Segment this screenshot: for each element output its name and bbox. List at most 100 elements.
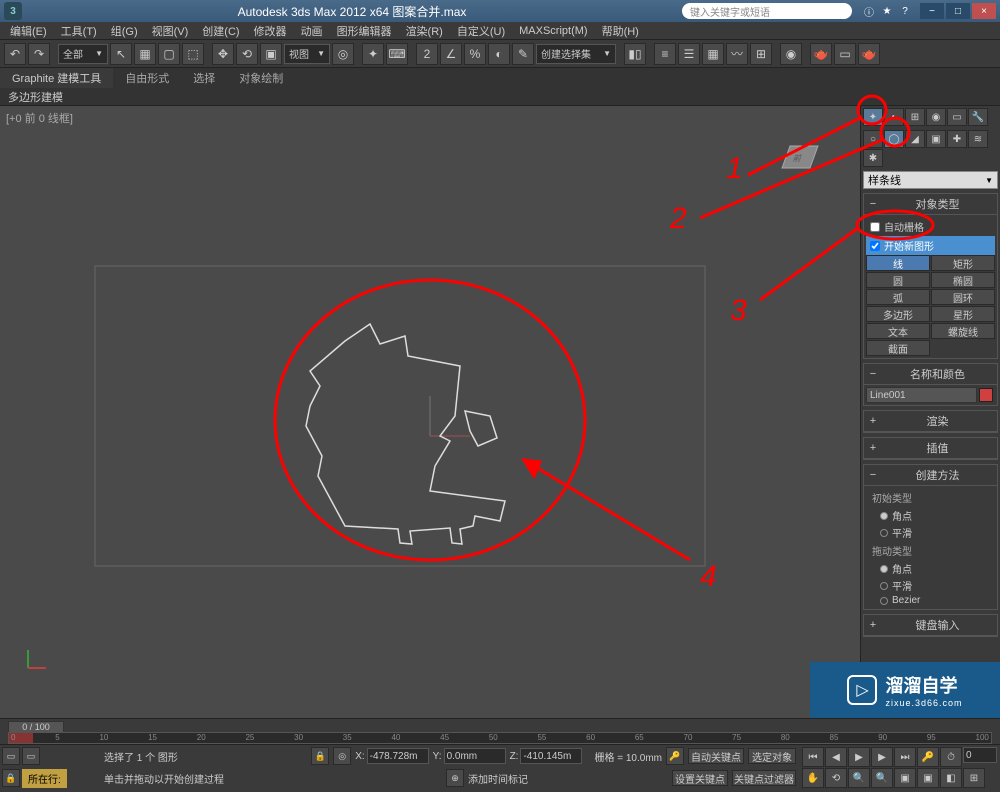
z-coord-input[interactable] (520, 748, 582, 764)
named-selection-combo[interactable]: 创建选择集▼ (536, 44, 616, 64)
edit-named-button[interactable]: ✎ (512, 43, 534, 65)
current-frame-input[interactable] (963, 747, 997, 763)
ribbon-tab-graphite[interactable]: Graphite 建模工具 (0, 68, 113, 88)
ref-coord-combo[interactable]: 视图▼ (284, 44, 330, 64)
shape-category-combo[interactable]: 样条线▼ (863, 171, 998, 189)
add-time-tag-button[interactable]: ⊕ (446, 769, 464, 787)
minimize-button[interactable]: − (920, 3, 944, 19)
maximize-button[interactable]: □ (946, 3, 970, 19)
select-region-button[interactable]: ▢ (158, 43, 180, 65)
auto-key-button[interactable]: 自动关键点 (688, 748, 744, 764)
curve-editor-button[interactable]: 〰 (726, 43, 748, 65)
window-crossing-button[interactable]: ⬚ (182, 43, 204, 65)
spinner-snap-button[interactable]: ◐ (488, 43, 510, 65)
goto-end-button[interactable]: ⏭ (894, 747, 916, 767)
lock-button[interactable]: 🔒 (2, 769, 20, 787)
initial-smooth-radio[interactable] (880, 529, 888, 537)
ribbon-tab-paint[interactable]: 对象绘制 (227, 68, 295, 88)
move-button[interactable]: ✥ (212, 43, 234, 65)
align-button[interactable]: ≡ (654, 43, 676, 65)
render-setup-button[interactable]: 🫖 (810, 43, 832, 65)
rollout-toggle-icon[interactable]: − (868, 469, 878, 481)
menu-animation[interactable]: 动画 (295, 23, 329, 39)
star-button[interactable]: 星形 (931, 306, 995, 322)
object-color-swatch[interactable] (979, 388, 993, 402)
key-filters-button[interactable]: 关键点过滤器 (732, 770, 796, 786)
render-button[interactable]: 🫖 (858, 43, 880, 65)
next-frame-button[interactable]: ▶ (871, 747, 893, 767)
menu-modifiers[interactable]: 修改器 (248, 23, 293, 39)
menu-customize[interactable]: 自定义(U) (451, 23, 511, 39)
ribbon-poly-label[interactable]: 多边形建模 (0, 88, 1000, 106)
shapes-subtab[interactable]: ◯ (884, 130, 904, 148)
start-new-checkbox[interactable] (870, 241, 880, 251)
manipulate-button[interactable]: ✦ (362, 43, 384, 65)
geometry-subtab[interactable]: ○ (863, 130, 883, 148)
systems-subtab[interactable]: ✱ (863, 149, 883, 167)
object-name-input[interactable] (866, 387, 977, 403)
time-ruler[interactable]: 0510152025303540455055606570758085909510… (8, 732, 992, 744)
key-lock-button[interactable]: 🔑 (666, 747, 684, 765)
material-editor-button[interactable]: ◉ (780, 43, 802, 65)
ribbon-tab-freeform[interactable]: 自由形式 (113, 68, 181, 88)
schematic-button[interactable]: ⊞ (750, 43, 772, 65)
lights-subtab[interactable]: ◢ (905, 130, 925, 148)
create-tab[interactable]: ✦ (863, 108, 883, 126)
line-button[interactable]: 线 (866, 255, 930, 271)
auto-grid-checkbox[interactable] (870, 222, 880, 232)
motion-tab[interactable]: ◉ (926, 108, 946, 126)
arc-button[interactable]: 弧 (866, 289, 930, 305)
rectangle-button[interactable]: 矩形 (931, 255, 995, 271)
snap-percent-button[interactable]: % (464, 43, 486, 65)
fov-button[interactable]: ◧ (940, 768, 962, 788)
helix-button[interactable]: 螺旋线 (931, 323, 995, 339)
rollout-toggle-icon[interactable]: + (868, 415, 878, 427)
snap-angle-button[interactable]: ∠ (440, 43, 462, 65)
rollout-toggle-icon[interactable]: − (868, 368, 878, 380)
zoom-extents-all-button[interactable]: ▣ (917, 768, 939, 788)
keyboard-input-header[interactable]: 键盘输入 (882, 617, 993, 633)
menu-graph-editors[interactable]: 图形编辑器 (331, 23, 398, 39)
menu-views[interactable]: 视图(V) (146, 23, 195, 39)
menu-group[interactable]: 组(G) (105, 23, 144, 39)
drag-corner-radio[interactable] (880, 565, 888, 573)
lock-selection-button[interactable]: 🔒 (311, 747, 329, 765)
play-button[interactable]: ▶ (848, 747, 870, 767)
maxscript-mini-button[interactable]: ▭ (2, 747, 20, 765)
scale-button[interactable]: ▣ (260, 43, 282, 65)
helpers-subtab[interactable]: ✚ (947, 130, 967, 148)
interp-header[interactable]: 插值 (882, 440, 993, 456)
menu-maxscript[interactable]: MAXScript(M) (513, 25, 593, 37)
layers-button[interactable]: ☰ (678, 43, 700, 65)
graphite-button[interactable]: ▦ (702, 43, 724, 65)
selected-obj-button[interactable]: 选定对象 (748, 748, 796, 764)
selection-filter-combo[interactable]: 全部▼ (58, 44, 108, 64)
initial-corner-radio[interactable] (880, 512, 888, 520)
star-icon[interactable]: ★ (880, 4, 894, 18)
pivot-button[interactable]: ◎ (332, 43, 354, 65)
menu-help[interactable]: 帮助(H) (596, 23, 645, 39)
snap-2d-button[interactable]: 2 (416, 43, 438, 65)
key-mode-button[interactable]: 🔑 (917, 747, 939, 767)
pan-view-button[interactable]: ✋ (802, 768, 824, 788)
prev-frame-button[interactable]: ◀ (825, 747, 847, 767)
menu-tools[interactable]: 工具(T) (55, 23, 103, 39)
select-name-button[interactable]: ▦ (134, 43, 156, 65)
ellipse-button[interactable]: 椭圆 (931, 272, 995, 288)
zoom-all-button[interactable]: 🔍 (871, 768, 893, 788)
rotate-button[interactable]: ⟲ (236, 43, 258, 65)
circle-button[interactable]: 圆 (866, 272, 930, 288)
arc-rotate-button[interactable]: ⟲ (825, 768, 847, 788)
search-input[interactable]: 键入关键字或短语 (682, 3, 852, 19)
cameras-subtab[interactable]: ▣ (926, 130, 946, 148)
rollout-toggle-icon[interactable]: − (868, 198, 878, 210)
undo-button[interactable]: ↶ (4, 43, 26, 65)
y-coord-input[interactable] (444, 748, 506, 764)
viewport[interactable]: [+0 前 0 线框] 前 (0, 106, 860, 718)
utilities-tab[interactable]: 🔧 (968, 108, 988, 126)
set-key-button[interactable]: 设置关键点 (672, 770, 728, 786)
time-slider[interactable]: 0 / 100 05101520253035404550556065707580… (0, 719, 1000, 744)
menu-edit[interactable]: 编辑(E) (4, 23, 53, 39)
text-button[interactable]: 文本 (866, 323, 930, 339)
menu-create[interactable]: 创建(C) (196, 23, 245, 39)
